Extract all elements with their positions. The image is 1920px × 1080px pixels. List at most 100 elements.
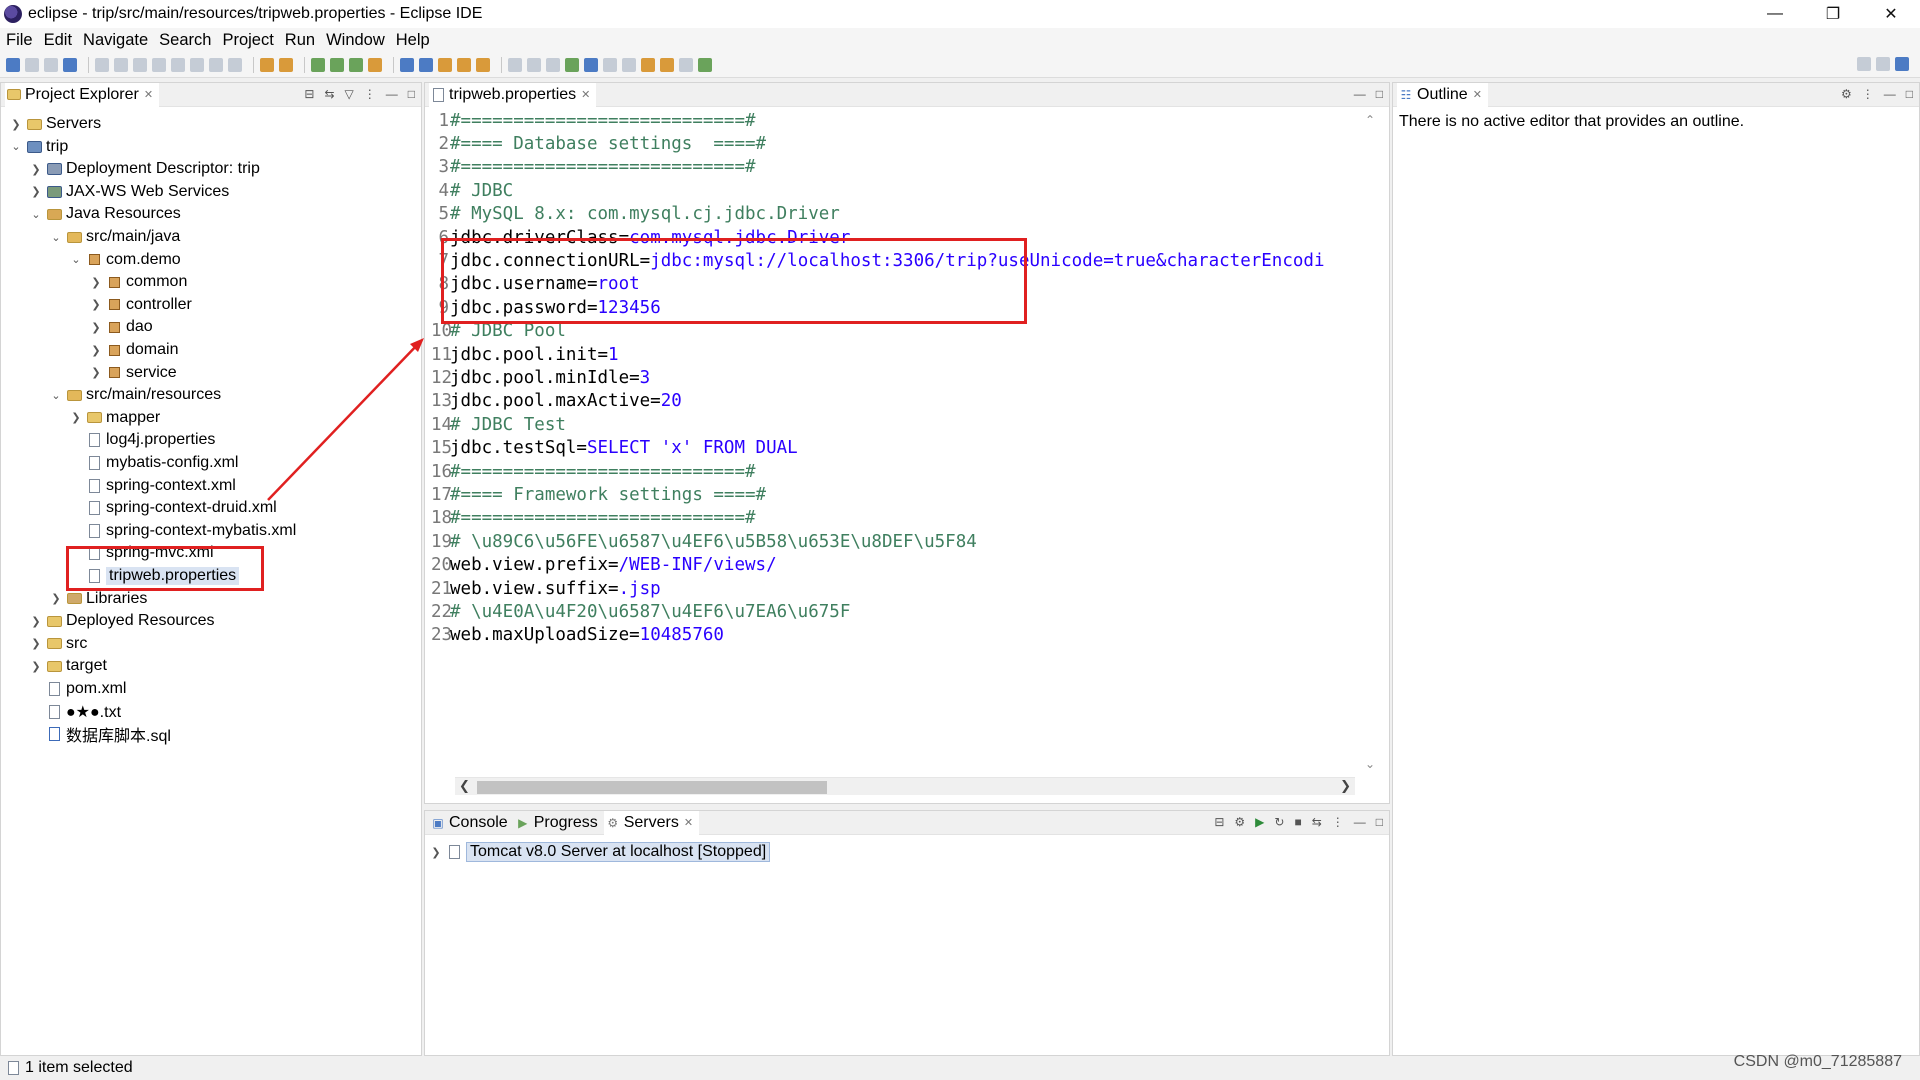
tab-project-explorer[interactable]: Project Explorer ✕ — [5, 82, 160, 107]
publish-icon[interactable]: ⇆ — [1312, 815, 1322, 829]
run-icon[interactable] — [330, 57, 344, 72]
code-line[interactable]: 11 jdbc.pool.init= 1 — [431, 343, 619, 366]
code-line[interactable]: 18 #===========================# — [431, 507, 756, 530]
forward-icon[interactable] — [679, 57, 693, 72]
menu-window[interactable]: Window — [326, 31, 385, 50]
link-editor-icon[interactable]: ⇆ — [324, 87, 334, 101]
last-edit-icon[interactable] — [641, 57, 655, 72]
disconnect-icon[interactable] — [171, 57, 185, 72]
filter-icon[interactable]: ▽ — [345, 87, 354, 101]
prev-annotation-icon[interactable] — [622, 57, 636, 72]
open-perspective-icon[interactable] — [1876, 57, 1890, 71]
code-line[interactable]: 22 # \u4E0A\u4F20\u6587\u4EF6\u7EA6\u675F — [431, 600, 850, 623]
tree-item[interactable]: mybatis-config.xml — [69, 452, 238, 474]
chevron-down-icon[interactable]: ⌄ — [29, 208, 43, 221]
code-line[interactable]: 17 #==== Framework settings ====# — [431, 483, 766, 506]
pin-editor-icon[interactable] — [698, 57, 712, 72]
code-line[interactable]: 2 #==== Database settings ====# — [431, 132, 766, 155]
save-all-icon[interactable] — [44, 57, 58, 72]
chevron-right-icon[interactable]: ❯ — [29, 637, 43, 650]
chevron-down-icon[interactable]: ⌄ — [9, 140, 23, 153]
chevron-right-icon[interactable]: ❯ — [29, 660, 43, 673]
tree-item[interactable]: ❯ target — [29, 655, 107, 677]
tree-item[interactable]: ⌄ com.demo — [69, 249, 180, 271]
code-line[interactable]: 23 web.maxUploadSize= 10485760 — [431, 624, 724, 647]
close-icon[interactable]: ✕ — [684, 816, 693, 829]
tree-item[interactable]: ❯ Deployed Resources — [29, 610, 214, 632]
code-line[interactable]: 1 #===========================# — [431, 109, 755, 132]
tab-tripweb-properties[interactable]: tripweb.properties ✕ — [429, 82, 597, 107]
new-icon[interactable] — [6, 57, 20, 72]
chevron-right-icon[interactable]: ❯ — [69, 411, 83, 424]
chevron-right-icon[interactable]: ❯ — [429, 846, 443, 859]
debug-icon[interactable] — [311, 57, 325, 72]
code-line[interactable]: 15 jdbc.testSql= SELECT 'x' FROM DUAL — [431, 437, 798, 460]
close-button[interactable]: ✕ — [1862, 0, 1920, 28]
view-menu-icon[interactable]: ⋮ — [1862, 87, 1874, 101]
menu-run[interactable]: Run — [285, 31, 315, 50]
maximize-view-icon[interactable]: □ — [1376, 815, 1383, 829]
scroll-left-icon[interactable]: ❮ — [459, 778, 470, 794]
minimize-view-icon[interactable]: — — [1884, 87, 1896, 101]
chevron-right-icon[interactable]: ❯ — [29, 615, 43, 628]
tree-item[interactable]: ●★●.txt — [29, 701, 121, 723]
whitespace-icon[interactable] — [546, 57, 560, 72]
block-selection-icon[interactable] — [527, 57, 541, 72]
chevron-down-icon[interactable]: ⌄ — [49, 389, 63, 402]
coverage-icon[interactable] — [349, 57, 363, 72]
tree-item[interactable]: log4j.properties — [69, 429, 215, 451]
code-line[interactable]: 20 web.view.prefix=/WEB-INF/views/ — [431, 554, 777, 577]
view-menu-icon[interactable]: ⋮ — [1332, 815, 1344, 829]
tree-item[interactable]: spring-context-mybatis.xml — [69, 520, 296, 542]
collapse-all-icon[interactable]: ⊟ — [304, 87, 314, 101]
maximize-view-icon[interactable]: □ — [1376, 87, 1383, 101]
open-folder-icon[interactable] — [438, 57, 452, 72]
chevron-right-icon[interactable]: ❯ — [49, 592, 63, 605]
restore-button[interactable]: ❐ — [1804, 0, 1862, 28]
tree-item[interactable]: spring-context-druid.xml — [69, 497, 277, 519]
terminate-icon[interactable] — [152, 57, 166, 72]
code-line[interactable]: 16 #===========================# — [431, 460, 756, 483]
suspend-icon[interactable] — [133, 57, 147, 72]
skip-breakpoints-icon[interactable] — [95, 57, 109, 72]
tree-item[interactable]: ⌄ src/main/resources — [49, 384, 221, 406]
step-return-icon[interactable] — [228, 57, 242, 72]
minimize-view-icon[interactable]: — — [386, 87, 398, 101]
code-line[interactable]: 5 # MySQL 8.x: com.mysql.cj.jdbc.Driver — [431, 203, 839, 226]
toggle-mark-icon[interactable] — [508, 57, 522, 72]
menu-navigate[interactable]: Navigate — [83, 31, 148, 50]
tab-servers[interactable]: ⚙ Servers ✕ — [603, 810, 700, 835]
back-icon[interactable] — [660, 57, 674, 72]
minimize-view-icon[interactable]: — — [1354, 815, 1366, 829]
code-line[interactable]: 14 # JDBC Test — [431, 413, 566, 436]
open-type-icon[interactable] — [260, 57, 274, 72]
stop-server-icon[interactable]: ■ — [1294, 815, 1301, 829]
start-server-icon[interactable]: ▶ — [1255, 815, 1264, 829]
code-line[interactable]: 4 # JDBC — [431, 179, 513, 202]
chevron-right-icon[interactable]: ❯ — [89, 298, 103, 311]
chevron-right-icon[interactable]: ❯ — [89, 321, 103, 334]
menu-project[interactable]: Project — [222, 31, 273, 50]
tree-item[interactable]: ❯ mapper — [69, 407, 160, 429]
chevron-right-icon[interactable]: ❯ — [29, 185, 43, 198]
scroll-up-icon[interactable]: ⌃ — [1365, 113, 1375, 127]
resume-icon[interactable] — [114, 57, 128, 72]
tree-item[interactable]: ❯ common — [89, 271, 187, 293]
annotation-icon[interactable] — [584, 57, 598, 72]
code-line[interactable]: 13 jdbc.pool.maxActive= 20 — [431, 390, 682, 413]
view-menu-icon[interactable]: ⋮ — [364, 87, 376, 101]
tree-item[interactable]: ❯ service — [89, 362, 176, 384]
server-icon[interactable] — [279, 57, 293, 72]
code-line[interactable]: 3 #===========================# — [431, 156, 755, 179]
minimize-view-icon[interactable]: — — [1354, 87, 1366, 101]
close-icon[interactable]: ✕ — [1473, 88, 1482, 101]
tab-outline[interactable]: ☷ Outline ✕ — [1397, 82, 1488, 107]
tree-item[interactable]: spring-context.xml — [69, 475, 236, 497]
maximize-view-icon[interactable]: □ — [1906, 87, 1913, 101]
step-over-icon[interactable] — [209, 57, 223, 72]
java-ee-perspective-icon[interactable] — [1895, 57, 1909, 71]
tree-item[interactable]: ❯ JAX-WS Web Services — [29, 181, 229, 203]
tree-item[interactable]: ❯ dao — [89, 316, 152, 338]
coverage-run-icon[interactable] — [565, 57, 579, 72]
horizontal-scrollbar[interactable]: ❮ ❯ — [455, 777, 1355, 795]
